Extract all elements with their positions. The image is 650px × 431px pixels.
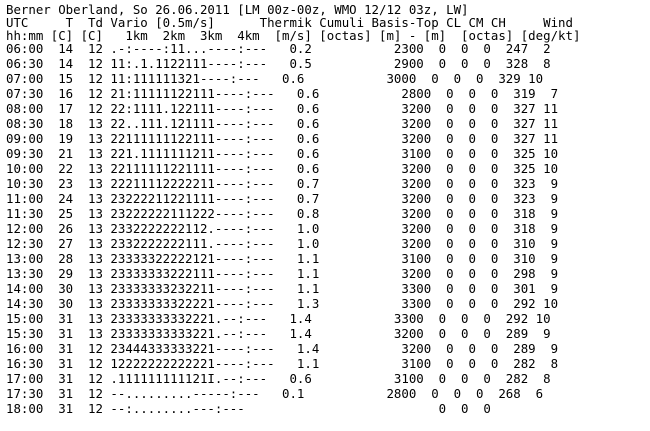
- table-row: 07:00 15 12 11:111111321----:--- 0.6 300…: [6, 71, 544, 86]
- table-row: 07:30 16 12 21:11111122111----:--- 0.6 2…: [6, 86, 559, 101]
- table-row: 12:00 26 13 2332222222112.----:--- 1.0 3…: [6, 221, 559, 236]
- table-row: 14:00 30 13 23333333232211----:--- 1.1 3…: [6, 281, 559, 296]
- table-row: 13:00 28 13 23333322222121----:--- 1.1 3…: [6, 251, 559, 266]
- table-row: 16:30 31 12 12222222222221----:--- 1.1 3…: [6, 356, 559, 371]
- table-row: 11:30 25 13 23222222111222----:--- 0.8 3…: [6, 206, 559, 221]
- table-row: 17:30 31 12 --.........-----:--- 0.1 280…: [6, 386, 544, 401]
- table-row: 06:30 14 12 11:.1.1122111----:--- 0.5 29…: [6, 56, 551, 71]
- table-row: 06:00 14 12 .-:----:11...----:--- 0.2 23…: [6, 41, 551, 56]
- table-row: 14:30 30 13 23333333322221----:--- 1.3 3…: [6, 296, 559, 311]
- table-row: 16:00 31 12 23444333333221----:--- 1.4 3…: [6, 341, 559, 356]
- table-row: 10:30 23 13 22211112222211----:--- 0.7 3…: [6, 176, 559, 191]
- table-row: 10:00 22 13 22111111221111----:--- 0.6 3…: [6, 161, 559, 176]
- table-row: 08:30 18 13 22..111.121111----:--- 0.6 3…: [6, 116, 559, 131]
- table-row: 13:30 29 13 23333333222111----:--- 1.1 3…: [6, 266, 559, 281]
- table-row: 17:00 31 12 .111111111121I.--:--- 0.6 31…: [6, 371, 551, 386]
- weather-report-document: Berner Oberland, So 26.06.2011 [LM 00z-0…: [0, 0, 650, 431]
- table-row: 12:30 27 13 2332222222111.----:--- 1.0 3…: [6, 236, 559, 251]
- table-row: 09:00 19 13 22111111122111----:--- 0.6 3…: [6, 131, 559, 146]
- table-row: 15:30 31 13 23333333333221.--:--- 1.4 32…: [6, 326, 551, 341]
- table-row: 11:00 24 13 23222211221111----:--- 0.7 3…: [6, 191, 559, 206]
- table-row: 18:00 31 12 --:........---:--- 0 0 0: [6, 401, 491, 416]
- table-row: 15:00 31 13 23333333332221.--:--- 1.4 33…: [6, 311, 551, 326]
- table-row: 08:00 17 12 22:1111.122111----:--- 0.6 3…: [6, 101, 559, 116]
- table-row: 09:30 21 13 221.1111111211----:--- 0.6 3…: [6, 146, 559, 161]
